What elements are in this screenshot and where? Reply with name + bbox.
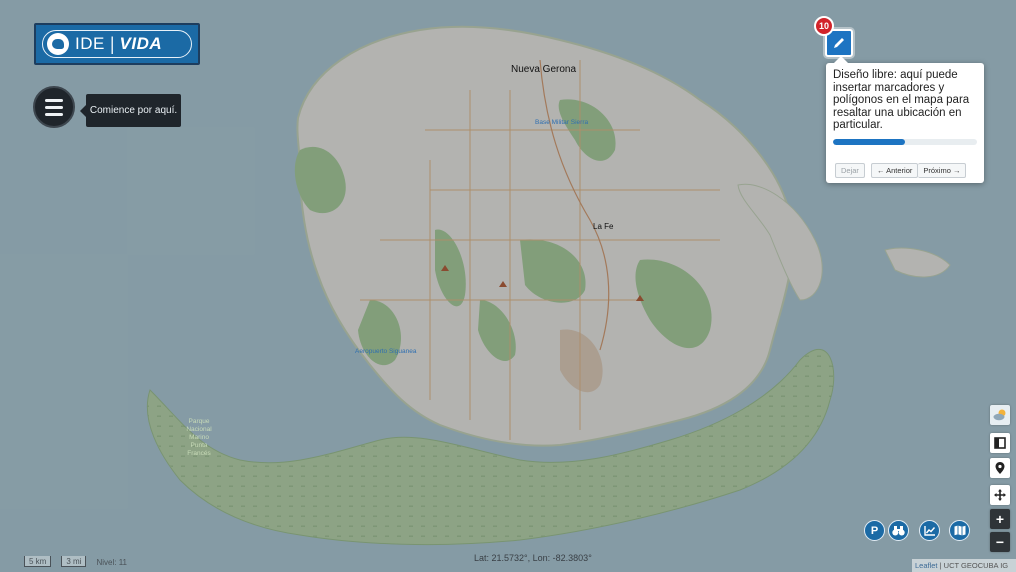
tour-next-button[interactable]: Próximo → [918,163,967,178]
hamburger-line [45,105,63,109]
logo-text-vida: VIDA [119,34,163,53]
tour-buttons: Dejar ← Anterior Próximo → [835,163,967,178]
hamburger-line [45,112,63,116]
logo-frame: IDE | VIDA [42,30,192,58]
parking-button[interactable]: P [864,520,885,541]
chart-button[interactable] [919,520,940,541]
pencil-icon [834,38,844,48]
scale-bar: 5 km 3 mi Nivel: 11 [24,556,127,567]
scale-km: 5 km [24,556,52,567]
park-label-line: Nacional [186,426,212,433]
ide-vida-logo[interactable]: IDE | VIDA [34,23,200,65]
layers-button[interactable] [990,433,1010,453]
park-label-line: Marino [189,434,209,441]
tour-progress-fill [833,138,905,145]
cursor-coordinates: Lat: 21.5732°, Lon: -82.3803° [474,553,592,563]
parking-p-icon: P [870,524,879,537]
logo-separator: | [109,33,115,54]
weather-cloud-icon [993,409,1006,421]
menu-hint-tooltip: Comience por aquí. [80,94,181,127]
app-frame: ᵥᵥ Nueva Gerona La Fe Aeropuerto Siguane… [0,0,1016,572]
zoom-out-button[interactable]: − [990,532,1010,552]
hamburger-icon [45,98,63,102]
city-label-nueva-gerona: Nueva Gerona [511,64,577,75]
park-label: Parque Nacional Marino Punta Francés [182,418,216,458]
menu-hint-text: Comience por aquí. [89,104,178,116]
tour-popover: Diseño libre: aquí puede insertar marcad… [826,56,984,183]
airport-label: Aeropuerto Siguanea [355,348,417,355]
park-label-line: Punta [190,442,208,449]
weather-button[interactable] [990,405,1010,425]
island-seal-icon [47,33,69,55]
move-cross-icon [994,489,1006,501]
park-label-line: Francés [187,450,211,457]
map-attribution: Leaflet | UCT GEOCUBA IG [912,559,1016,572]
tour-quit-button[interactable]: Dejar [835,163,865,178]
scale-mi: 3 mi [61,556,87,567]
place-label: Base Militar Sierra [535,119,589,126]
zoom-in-button[interactable]: + [990,509,1010,529]
tour-progress-bar [833,138,977,145]
map-button[interactable] [949,520,970,541]
leaflet-link[interactable]: Leaflet [915,561,938,570]
main-menu-button[interactable] [33,86,75,128]
logo-text-ide: IDE [75,34,105,53]
attribution-org: UCT GEOCUBA IG [943,561,1009,570]
tour-nav-group: ← Anterior Próximo → [870,163,967,178]
park-label-line: Parque [188,418,210,425]
chart-line-icon [923,526,935,536]
binoculars-icon [892,526,905,536]
location-pin-icon [995,462,1005,474]
layers-square-icon [994,437,1006,449]
map-folded-icon [954,525,965,536]
binoculars-button[interactable] [888,520,909,541]
locate-button[interactable] [990,458,1010,478]
city-label-la-fe: La Fe [593,222,614,231]
tour-text: Diseño libre: aquí puede insertar marcad… [833,69,970,131]
tour-prev-button[interactable]: ← Anterior [870,163,919,178]
pan-button[interactable] [990,485,1010,505]
zoom-level: Nivel: 11 [96,558,127,567]
tour-step-badge: 10 [814,16,834,36]
